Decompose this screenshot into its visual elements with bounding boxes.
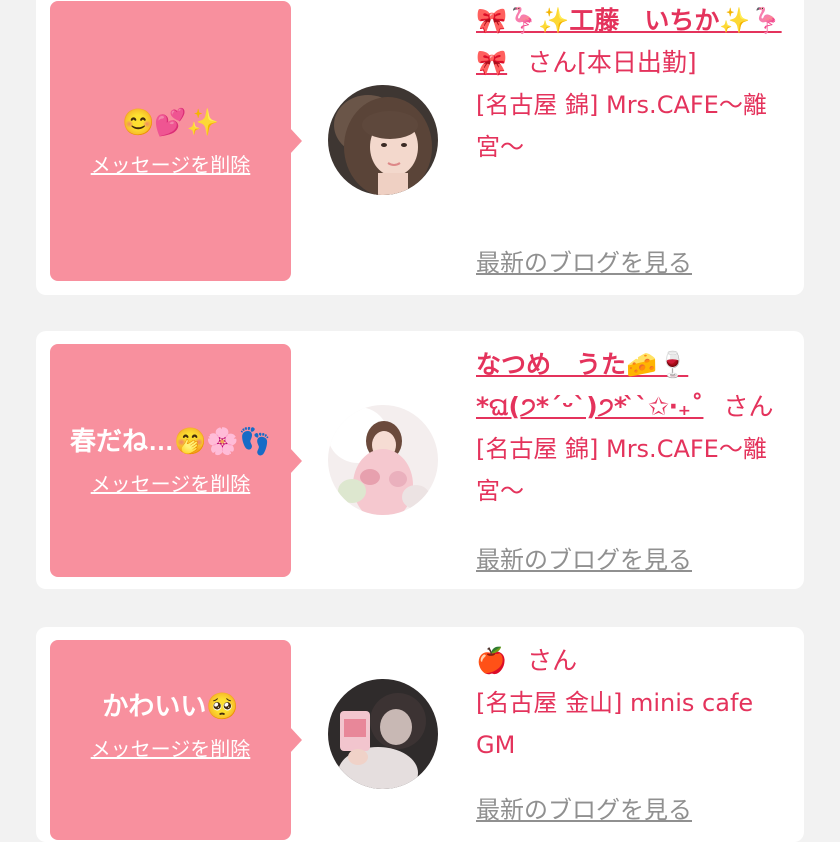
honorific: さん (527, 48, 578, 77)
message-bubble: かわいい🥺 メッセージを削除 (50, 640, 302, 840)
delete-message-link[interactable]: メッセージを削除 (91, 149, 251, 178)
shop-name: [名古屋 錦] Mrs.CAFE〜離宮〜 (476, 91, 767, 161)
message-text: かわいい🥺 (102, 690, 239, 721)
shop-name: [名古屋 金山] minis cafe GM (476, 689, 754, 759)
message-card: 😊💕✨ メッセージを削除 🎀🦩✨工藤 いちか✨🦩🎀 さん[本日出勤] [名古屋 錦… (36, 0, 804, 295)
cast-avatar[interactable] (328, 405, 438, 515)
shop-name: [名古屋 錦] Mrs.CAFE〜離宮〜 (476, 435, 767, 505)
cast-avatar[interactable] (328, 679, 438, 789)
work-status: [本日出勤] (577, 48, 697, 77)
latest-blog-link[interactable]: 最新のブログを見る (476, 243, 692, 278)
message-text: 😊💕✨ (121, 106, 220, 137)
message-text: 春だね…🤭🌸👣 (69, 426, 272, 456)
message-card: 春だね…🤭🌸👣 メッセージを削除 なつめ うた🧀🍷*ଘ(੭*ˊᵕˋ)੭* ̀ˋ✩… (36, 331, 804, 589)
message-bubble: 😊💕✨ メッセージを削除 (50, 1, 302, 281)
cast-avatar[interactable] (328, 85, 438, 195)
honorific: さん (723, 392, 774, 421)
avatar-photo (328, 85, 438, 195)
latest-blog-link[interactable]: 最新のブログを見る (476, 790, 692, 825)
cast-info: 🎀🦩✨工藤 いちか✨🦩🎀 さん[本日出勤] [名古屋 錦] Mrs.CAFE〜離宮… (476, 0, 796, 168)
latest-blog-link[interactable]: 最新のブログを見る (476, 540, 692, 575)
delete-message-link[interactable]: メッセージを削除 (91, 733, 251, 762)
message-card: かわいい🥺 メッセージを削除 🍎 さん [名古屋 金山] minis cafe G… (36, 627, 804, 842)
delete-message-link[interactable]: メッセージを削除 (91, 468, 251, 497)
avatar-photo (328, 405, 438, 515)
cast-name-emoji[interactable]: 🍎 (476, 646, 507, 675)
message-bubble: 春だね…🤭🌸👣 メッセージを削除 (50, 344, 302, 577)
cast-info: なつめ うた🧀🍷*ଘ(੭*ˊᵕˋ)੭* ̀ˋ✩‧₊˚ さん [名古屋 錦] Mrs… (476, 344, 796, 512)
cast-info: 🍎 さん [名古屋 金山] minis cafe GM (476, 640, 796, 766)
cast-name-link[interactable]: なつめ うた🧀🍷*ଘ(੭*ˊᵕˋ)੭* ̀ˋ✩‧₊˚ (476, 350, 703, 421)
avatar-photo (328, 679, 438, 789)
honorific: さん (527, 646, 578, 675)
